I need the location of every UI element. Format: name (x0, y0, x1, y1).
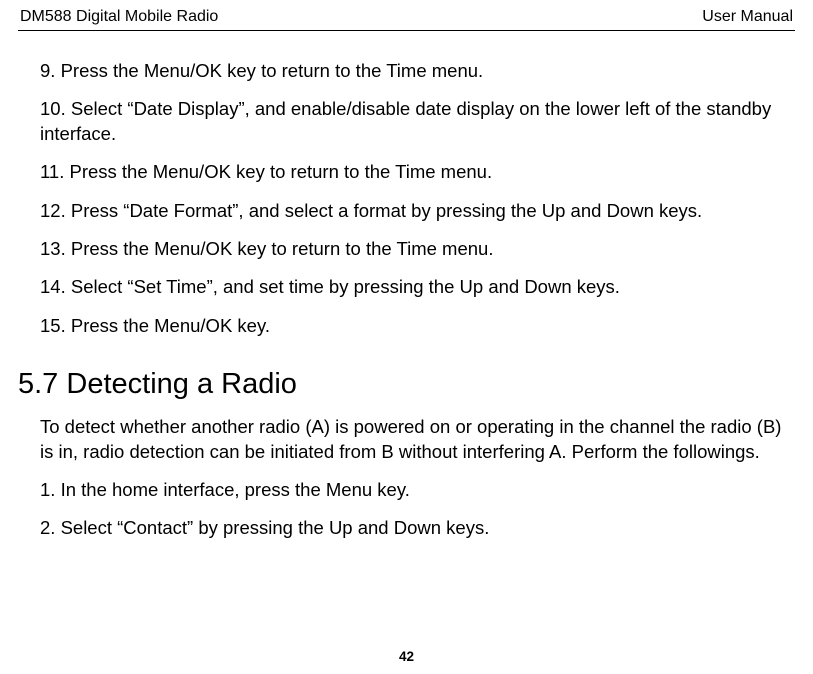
step-10: 10. Select “Date Display”, and enable/di… (40, 97, 789, 146)
header-right: User Manual (702, 8, 793, 26)
section-intro: To detect whether another radio (A) is p… (40, 415, 789, 464)
section-title: Detecting a Radio (66, 368, 297, 400)
step-12: 12. Press “Date Format”, and select a fo… (40, 199, 789, 223)
section-step-2: 2. Select “Contact” by pressing the Up a… (40, 516, 789, 540)
header-left: DM588 Digital Mobile Radio (20, 8, 218, 26)
step-14: 14. Select “Set Time”, and set time by p… (40, 275, 789, 299)
step-11: 11. Press the Menu/OK key to return to t… (40, 160, 789, 184)
step-15: 15. Press the Menu/OK key. (40, 314, 789, 338)
page-container: DM588 Digital Mobile Radio User Manual 9… (0, 0, 813, 674)
page-header: DM588 Digital Mobile Radio User Manual (18, 8, 795, 30)
section-number: 5.7 (18, 368, 58, 400)
section-step-1: 1. In the home interface, press the Menu… (40, 478, 789, 502)
page-content: 9. Press the Menu/OK key to return to th… (18, 59, 795, 541)
step-9: 9. Press the Menu/OK key to return to th… (40, 59, 789, 83)
section-heading-5-7: 5.7 Detecting a Radio (18, 368, 789, 401)
header-rule (18, 30, 795, 31)
page-number: 42 (0, 649, 813, 664)
step-13: 13. Press the Menu/OK key to return to t… (40, 237, 789, 261)
